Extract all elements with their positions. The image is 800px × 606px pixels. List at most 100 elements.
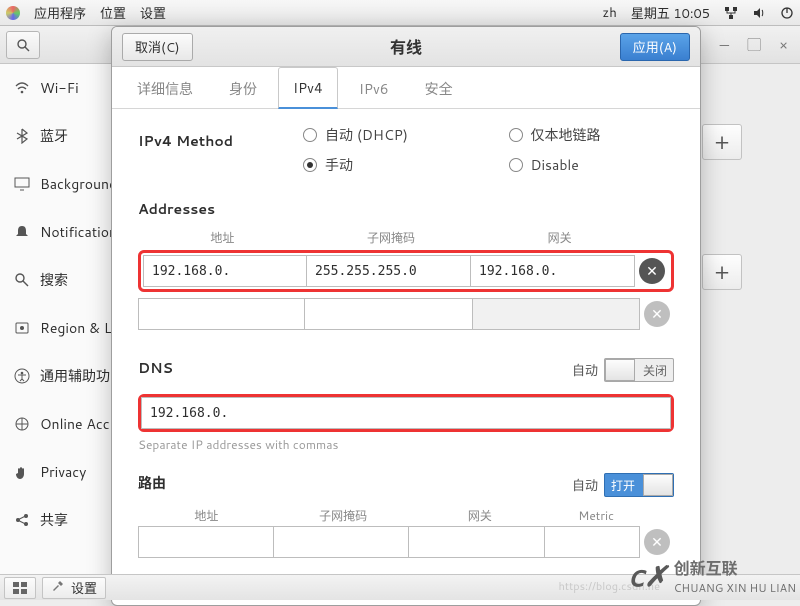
settings-sidebar: Wi-Fi 蓝牙 Background Notifications 搜索 Reg… [0,64,120,576]
sidebar-item-label: 共享 [40,510,68,530]
sidebar-item-privacy[interactable]: Privacy [0,448,119,496]
volume-icon[interactable] [752,6,766,20]
sidebar-item-label: Online Acc [40,414,110,434]
task-settings[interactable]: 设置 [42,577,106,599]
address-input[interactable]: 192.168.0. [143,255,307,287]
sidebar-item-accessibility[interactable]: 通用辅助功 [0,352,119,400]
tab-ipv6[interactable]: IPv6 [344,67,404,109]
search-button[interactable] [6,31,40,59]
sidebar-item-background[interactable]: Background [0,160,119,208]
cancel-button[interactable]: 取消(C) [122,33,193,61]
dns-input-highlight: 192.168.0. [138,394,674,432]
route-gateway-input[interactable] [409,526,545,558]
panel-add-button-1[interactable]: + [702,124,742,160]
sidebar-item-sharing[interactable]: 共享 [0,496,119,544]
routes-title: 路由 [138,473,166,493]
address-row-empty: ✕ [138,298,674,330]
switch-state: 关闭 [643,362,667,379]
sidebar-item-bluetooth[interactable]: 蓝牙 [0,112,119,160]
netmask-input-empty[interactable] [305,298,472,330]
sidebar-item-label: 通用辅助功 [40,366,110,386]
radio-disable[interactable]: Disable [509,155,675,175]
apply-button[interactable]: 应用(A) [620,33,690,61]
input-lang[interactable]: zh [602,4,616,22]
tab-details[interactable]: 详细信息 [122,67,208,109]
sidebar-item-region[interactable]: Region & L [0,304,119,352]
power-icon[interactable] [780,6,794,20]
route-row-empty: ✕ [138,526,674,558]
delete-row-button-disabled: ✕ [644,301,670,327]
gateway-input-empty[interactable] [473,298,640,330]
col-address: 地址 [138,229,307,246]
radio-label: 自动 (DHCP) [325,125,408,145]
sidebar-item-label: Wi-Fi [40,78,79,98]
sidebar-item-label: Notifications [40,222,120,242]
col-netmask: 子网掩码 [307,229,476,246]
hand-icon [14,464,30,480]
bell-icon [14,224,30,240]
gnome-top-bar: 应用程序 位置 设置 zh 星期五 10:05 [0,0,800,26]
wifi-icon [14,80,30,96]
accessibility-icon [14,368,30,384]
search-icon [14,272,30,288]
wrench-icon [51,578,65,598]
panel-add-button-2[interactable]: + [702,254,742,290]
tab-identity[interactable]: 身份 [214,67,272,109]
bluetooth-icon [14,128,30,144]
sidebar-item-online-accounts[interactable]: Online Acc [0,400,119,448]
radio-manual[interactable]: 手动 [303,155,468,175]
delete-row-button[interactable]: ✕ [639,258,665,284]
window-close[interactable]: × [779,35,788,55]
netmask-input[interactable]: 255.255.255.0 [307,255,471,287]
radio-dhcp[interactable]: 自动 (DHCP) [303,125,468,145]
network-icon[interactable] [724,6,738,20]
window-maximize[interactable]: ▢ [747,35,761,55]
tab-security[interactable]: 安全 [410,67,468,109]
sidebar-item-search[interactable]: 搜索 [0,256,119,304]
sidebar-item-label: Region & L [40,318,112,338]
sidebar-item-wifi[interactable]: Wi-Fi [0,64,119,112]
route-col-address: 地址 [138,507,275,524]
route-address-input[interactable] [138,526,274,558]
dialog-tabs: 详细信息 身份 IPv4 IPv6 安全 [112,67,700,109]
region-icon [14,320,30,336]
address-input-empty[interactable] [138,298,305,330]
route-delete-button: ✕ [644,529,670,555]
address-row-highlight: 192.168.0. 255.255.255.0 192.168.0. ✕ [138,250,674,292]
gateway-input[interactable]: 192.168.0. [471,255,635,287]
route-metric-input[interactable] [545,526,640,558]
display-icon [14,176,30,192]
sidebar-item-notifications[interactable]: Notifications [0,208,119,256]
menu-apps[interactable]: 应用程序 [34,3,86,23]
tab-ipv4[interactable]: IPv4 [278,67,338,109]
gnome-bottom-bar: 设置 [0,574,800,600]
dns-title: DNS [138,358,173,378]
dialog-header: 取消(C) 有线 应用(A) [112,27,700,67]
switch-state: 打开 [611,477,635,494]
share-icon [14,512,30,528]
dns-auto-switch[interactable]: 自动 关闭 [572,358,674,382]
dns-hint: Separate IP addresses with commas [138,436,674,453]
window-minimize[interactable]: — [720,35,729,55]
addresses-title: Addresses [138,199,674,219]
dns-input[interactable]: 192.168.0. [141,397,671,429]
route-netmask-input[interactable] [274,526,410,558]
sidebar-item-label: Privacy [40,462,86,482]
sidebar-item-label: 蓝牙 [40,126,68,146]
radio-linklocal[interactable]: 仅本地链路 [509,125,675,145]
route-col-gateway: 网关 [412,507,549,524]
online-accounts-icon [14,416,30,432]
menu-settings[interactable]: 设置 [140,3,166,23]
routes-auto-switch[interactable]: 自动 打开 [572,473,674,497]
radio-label: Disable [531,155,579,175]
col-gateway: 网关 [475,229,644,246]
route-col-metric: Metric [548,507,644,524]
switch-label: 自动 [572,475,598,495]
menu-places[interactable]: 位置 [100,3,126,23]
radio-label: 手动 [325,155,353,175]
activities-logo-icon [6,6,20,20]
clock[interactable]: 星期五 10:05 [631,3,710,23]
route-col-netmask: 子网掩码 [275,507,412,524]
window-list-button[interactable] [4,577,36,599]
dialog-title: 有线 [112,34,700,59]
